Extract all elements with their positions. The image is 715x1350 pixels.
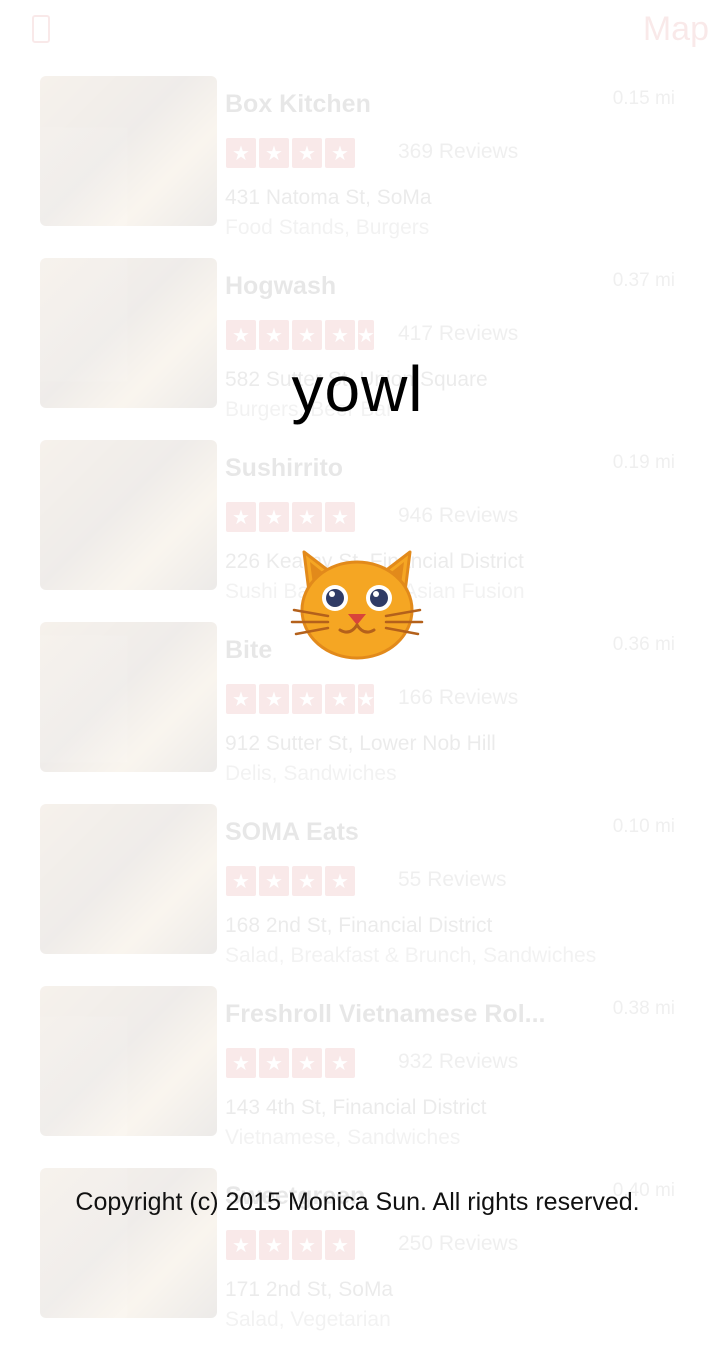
business-name: Hogwash [225,272,337,300]
star-icon: ★ [357,684,375,714]
business-categories: Salad, Vegetarian [225,1308,391,1331]
star-icon: ★ [292,320,322,350]
business-address: 168 2nd St, Financial District [225,914,493,937]
business-thumbnail [40,622,217,772]
star-icon: ★ [325,138,355,168]
star-icon: ★ [259,1230,289,1260]
business-categories: Delis, Sandwiches [225,762,397,785]
review-count: 946 Reviews [398,504,519,527]
business-name: Box Kitchen [225,90,371,118]
business-distance: 0.37 mi [612,270,675,291]
business-thumbnail [40,986,217,1136]
review-count: 369 Reviews [398,140,519,163]
rating-stars: ★ ★ ★ ★ [226,502,355,532]
star-icon: ★ [325,502,355,532]
star-icon: ★ [357,320,375,350]
star-icon: ★ [226,320,256,350]
business-address: 171 2nd St, SoMa [225,1278,394,1301]
business-categories: Vietnamese, Sandwiches [225,1126,461,1149]
rating-stars: ★ ★ ★ ★ [226,866,355,896]
rating-stars: ★ ★ ★ ★ ★ [226,320,375,350]
star-icon: ★ [325,866,355,896]
business-name: SOMA Eats [225,818,359,846]
business-categories: Food Stands, Burgers [225,216,430,239]
business-categories: Salad, Breakfast & Brunch, Sandwiches [225,944,597,967]
business-list: Box Kitchen 0.15 mi 369 Reviews 431 Natoma … [0,76,715,1350]
star-icon: ★ [292,502,322,532]
star-icon: ★ [292,866,322,896]
business-distance: 0.19 mi [612,452,675,473]
business-address: 143 4th St, Financial District [225,1096,487,1119]
business-distance: 0.10 mi [612,816,675,837]
business-row[interactable]: Freshroll Vietnamese Rol... 0.38 mi 932 Re… [0,986,715,1168]
star-icon: ★ [259,866,289,896]
business-thumbnail [40,804,217,954]
business-row[interactable]: SOMA Eats 0.10 mi 55 Reviews 168 2nd St, Fi… [0,804,715,986]
star-icon: ★ [259,320,289,350]
rating-stars: ★ ★ ★ ★ [226,138,355,168]
star-icon: ★ [259,684,289,714]
star-icon: ★ [259,138,289,168]
business-address: 912 Sutter St, Lower Nob Hill [225,732,496,755]
review-count: 932 Reviews [398,1050,519,1073]
cat-face-icon [290,550,424,660]
review-count: 166 Reviews [398,686,519,709]
business-thumbnail [40,440,217,590]
rating-stars: ★ ★ ★ ★ [226,1230,355,1260]
business-row[interactable]: Box Kitchen 0.15 mi 369 Reviews 431 Natoma … [0,76,715,258]
star-icon: ★ [325,1048,355,1078]
business-distance: 0.15 mi [612,88,675,109]
review-count: 55 Reviews [398,868,507,891]
star-icon: ★ [259,502,289,532]
star-icon: ★ [226,1048,256,1078]
star-icon: ★ [325,320,355,350]
star-icon: ★ [292,1048,322,1078]
star-icon: ★ [226,138,256,168]
rating-stars: ★ ★ ★ ★ [226,1048,355,1078]
star-icon: ★ [226,684,256,714]
star-icon: ★ [325,684,355,714]
business-thumbnail [40,76,217,226]
star-icon: ★ [292,138,322,168]
business-name: Bite [225,636,273,664]
star-icon: ★ [292,1230,322,1260]
star-icon: ★ [259,1048,289,1078]
copyright-text: Copyright (c) 2015 Monica Sun. All right… [75,1188,640,1216]
star-icon: ★ [226,1230,256,1260]
map-button[interactable]: Map [643,10,709,49]
star-icon: ★ [226,502,256,532]
filter-icon[interactable] [30,14,52,44]
navigation-bar: Map [0,0,715,70]
business-address: 431 Natoma St, SoMa [225,186,432,209]
business-name: Freshroll Vietnamese Rol... [225,1000,546,1028]
star-icon: ★ [226,866,256,896]
star-icon: ★ [292,684,322,714]
business-distance: 0.36 mi [612,634,675,655]
review-count: 250 Reviews [398,1232,519,1255]
review-count: 417 Reviews [398,322,519,345]
business-distance: 0.38 mi [612,998,675,1019]
app-title: yowl [291,353,424,425]
rating-stars: ★ ★ ★ ★ ★ [226,684,375,714]
business-name: Sushirrito [225,454,344,482]
star-icon: ★ [325,1230,355,1260]
